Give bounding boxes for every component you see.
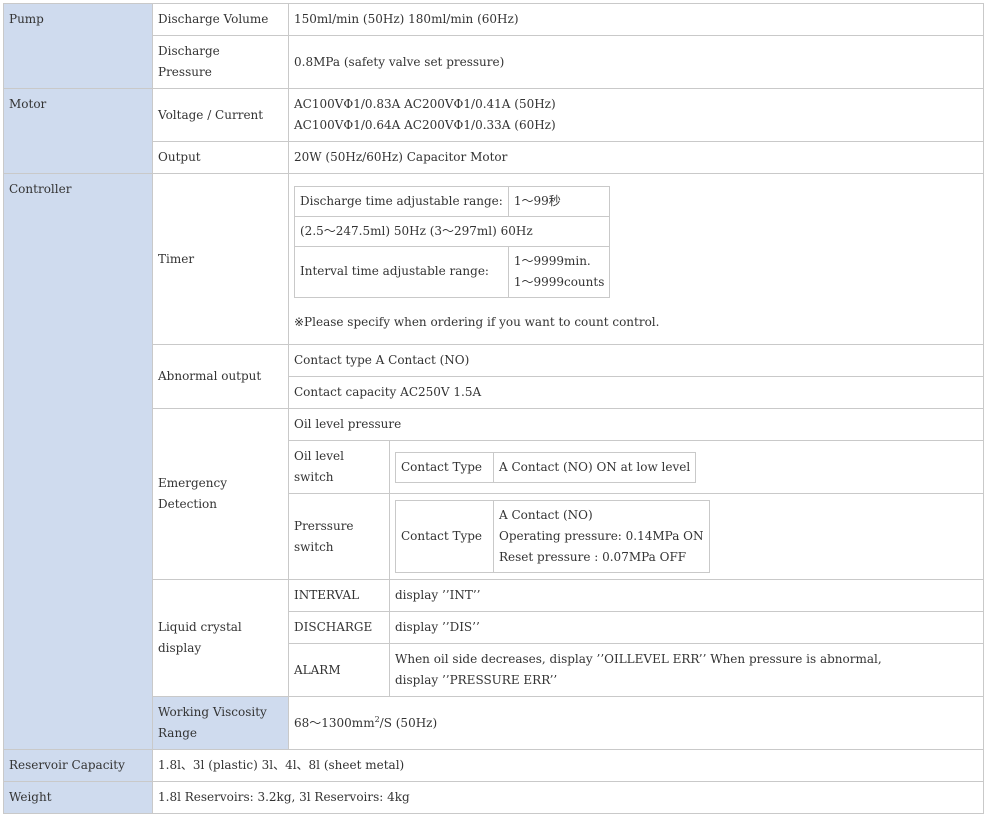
spec-table: Pump Discharge Volume 150ml/min (50Hz) 1… (3, 3, 984, 814)
output-label: Output (152, 141, 289, 174)
controller-heading: Controller (3, 173, 153, 750)
lcd-key-discharge: DISCHARGE (288, 611, 390, 644)
pump-heading: Pump (3, 3, 153, 89)
interval-counts-value: 1〜9999counts (513, 274, 605, 289)
operating-pressure-line: Operating pressure: 0.14MPa ON (499, 529, 704, 543)
oil-level-switch-detail: Contact Type A Contact (NO) ON at low le… (389, 440, 984, 494)
discharge-volume-value: 150ml/min (50Hz) 180ml/min (60Hz) (288, 3, 984, 36)
timer-table: Discharge time adjustable range: 1〜99秒 (… (293, 185, 611, 298)
pressure-contact-type-label: Contact Type (395, 500, 494, 573)
discharge-pressure-value: 0.8MPa (safety valve set pressure) (288, 35, 984, 89)
output-value: 20W (50Hz/60Hz) Capacitor Motor (288, 141, 984, 174)
weight-heading: Weight (3, 781, 153, 814)
abnormal-output-label: Abnormal output (152, 344, 289, 409)
discharge-range-note: (2.5〜247.5ml) 50Hz (3〜297ml) 60Hz (293, 215, 611, 247)
pressure-contact-line: A Contact (NO) (499, 508, 593, 522)
lcd-value-discharge: display ’’DIS’’ (389, 611, 984, 644)
lcd-key-interval: INTERVAL (288, 579, 390, 612)
discharge-time-value: 1〜99秒 (507, 185, 611, 217)
motor-heading: Motor (3, 88, 153, 174)
viscosity-value-suffix: /S (50Hz) (379, 715, 438, 730)
viscosity-value: 68〜1300mm2/S (50Hz) (288, 696, 984, 750)
oil-level-switch-label: Oil level switch (288, 440, 390, 494)
pressure-switch-detail: Contact Type A Contact (NO) Operating pr… (389, 493, 984, 580)
viscosity-heading: Working Viscosity Range (152, 696, 289, 750)
emergency-detection-label: Emergency Detection (152, 408, 289, 580)
discharge-volume-label: Discharge Volume (152, 3, 289, 36)
reservoir-heading: Reservoir Capacity (3, 749, 153, 782)
lcd-value-interval: display ’’INT’’ (389, 579, 984, 612)
abnormal-contact-capacity: Contact capacity AC250V 1.5A (288, 376, 984, 409)
pressure-switch-label: Prerssure switch (288, 493, 390, 580)
viscosity-value-prefix: 68〜1300mm (294, 715, 375, 730)
voltage-current-label: Voltage / Current (152, 88, 289, 142)
discharge-pressure-label: Discharge Pressure (152, 35, 289, 89)
oil-contact-type-label: Contact Type (395, 451, 494, 483)
lcd-key-alarm: ALARM (288, 643, 390, 697)
timer-label: Timer (152, 173, 289, 345)
timer-details: Discharge time adjustable range: 1〜99秒 (… (288, 173, 984, 345)
voltage-line-60hz: AC100VΦ1/0.64A AC200VΦ1/0.33A (60Hz) (294, 118, 556, 132)
pressure-contact-table: Contact Type A Contact (NO) Operating pr… (395, 500, 710, 573)
count-control-note: ※Please specify when ordering if you wan… (294, 314, 660, 329)
oil-contact-type-value: A Contact (NO) ON at low level (492, 451, 697, 483)
interval-min-value: 1〜9999min. (513, 253, 591, 268)
reservoir-value: 1.8l、3l (plastic) 3l、4l、8l (sheet metal) (152, 749, 984, 782)
lcd-label: Liquid crystal display (152, 579, 289, 697)
reset-pressure-line: Reset pressure : 0.07MPa OFF (499, 550, 687, 564)
abnormal-contact-type: Contact type A Contact (NO) (288, 344, 984, 377)
interval-time-label: Interval time adjustable range: (294, 245, 509, 298)
interval-time-value: 1〜9999min. 1〜9999counts (507, 245, 611, 298)
pressure-contact-type-value: A Contact (NO) Operating pressure: 0.14M… (493, 500, 710, 573)
discharge-time-label: Discharge time adjustable range: (294, 185, 509, 217)
oil-level-pressure: Oil level pressure (288, 408, 984, 441)
voltage-current-value: AC100VΦ1/0.83A AC200VΦ1/0.41A (50Hz) AC1… (288, 88, 984, 142)
lcd-value-alarm: When oil side decreases, display ’’OILLE… (389, 643, 984, 697)
weight-value: 1.8l Reservoirs: 3.2kg, 3l Reservoirs: 4… (152, 781, 984, 814)
voltage-line-50hz: AC100VΦ1/0.83A AC200VΦ1/0.41A (50Hz) (294, 97, 556, 111)
oil-contact-table: Contact Type A Contact (NO) ON at low le… (395, 451, 697, 483)
